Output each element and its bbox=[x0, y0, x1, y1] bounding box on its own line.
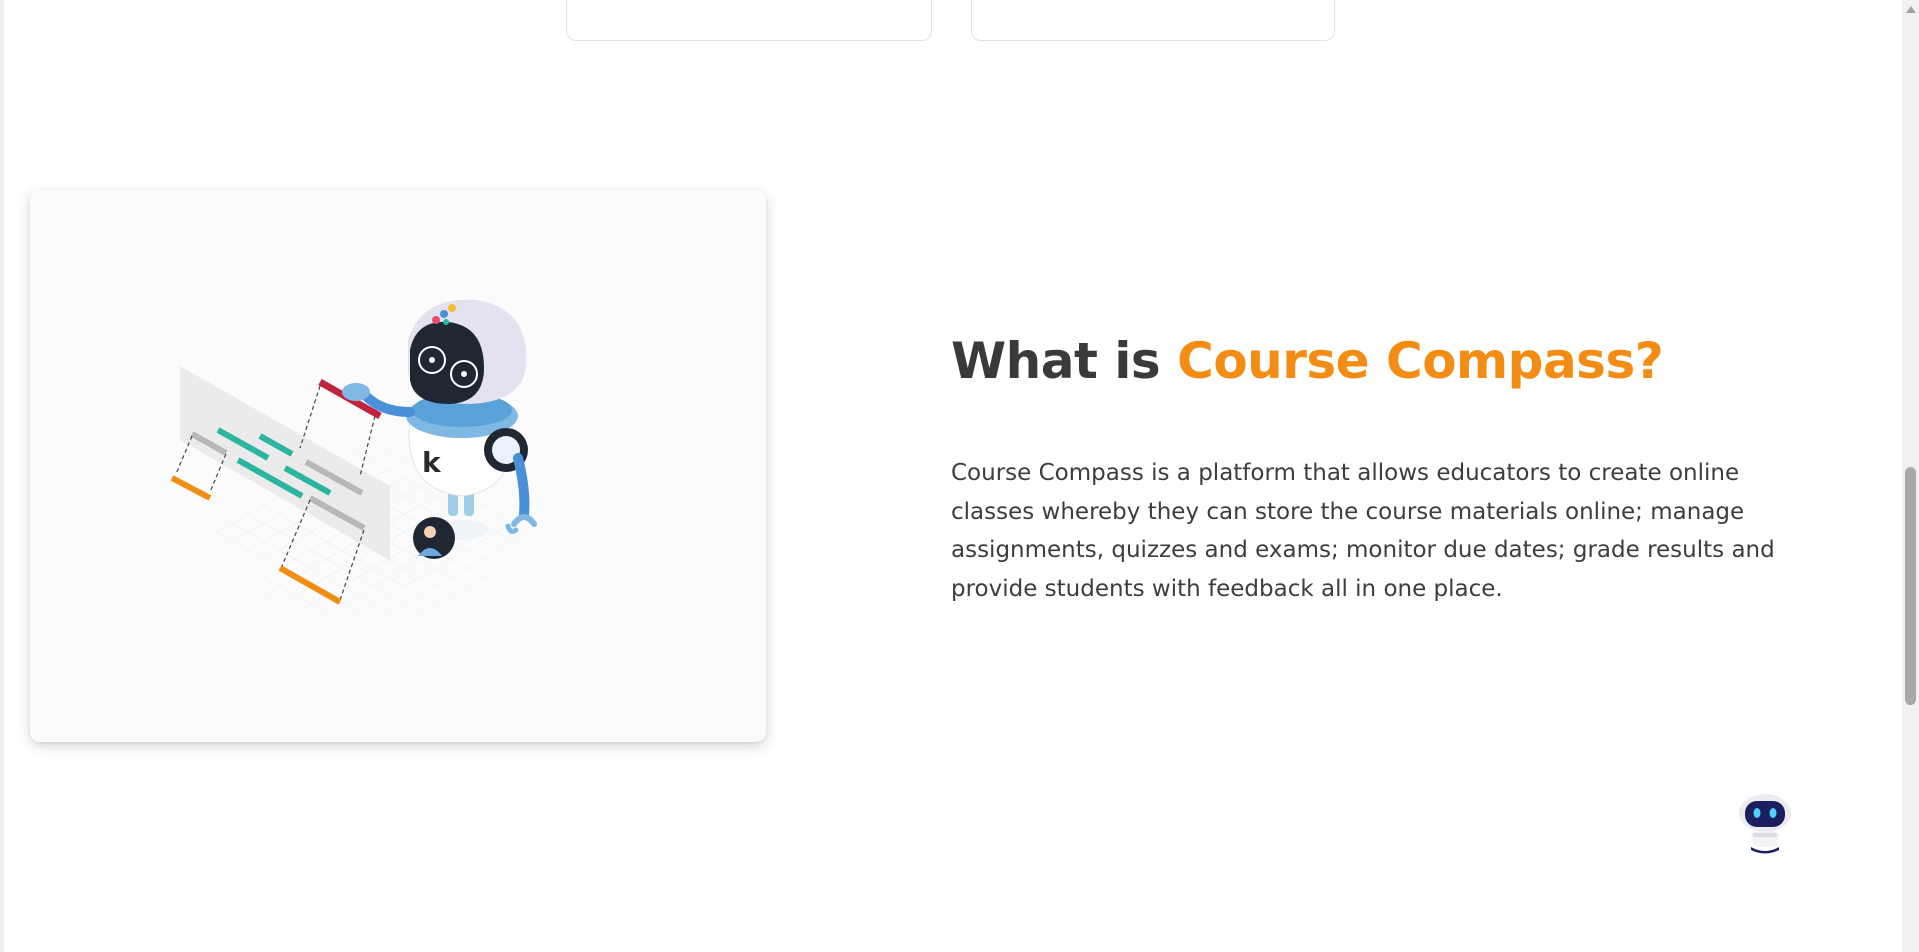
feature-card bbox=[566, 0, 932, 41]
heading-prefix: What is bbox=[951, 332, 1161, 390]
section-description: Course Compass is a platform that allows… bbox=[951, 460, 1775, 602]
robot-chest-letter: k bbox=[422, 446, 442, 479]
left-border bbox=[0, 0, 4, 952]
chatbot-launcher-button[interactable] bbox=[1737, 793, 1793, 855]
robot-teacher-illustration: k bbox=[140, 299, 590, 660]
section-heading: What is Course Compass? bbox=[951, 326, 1664, 396]
student-avatar bbox=[413, 517, 455, 559]
vertical-scrollbar[interactable] bbox=[1902, 0, 1919, 952]
illustration-card: k bbox=[30, 190, 766, 742]
page-viewport: k What is Course Compass? Course Compass… bbox=[0, 0, 1919, 952]
chatbot-robot-icon bbox=[1739, 794, 1791, 854]
feature-card bbox=[971, 0, 1335, 41]
scrollbar-thumb[interactable] bbox=[1905, 467, 1916, 705]
heading-highlight: Course Compass? bbox=[1177, 332, 1664, 390]
scroll-up-arrow-icon[interactable] bbox=[1906, 6, 1916, 13]
